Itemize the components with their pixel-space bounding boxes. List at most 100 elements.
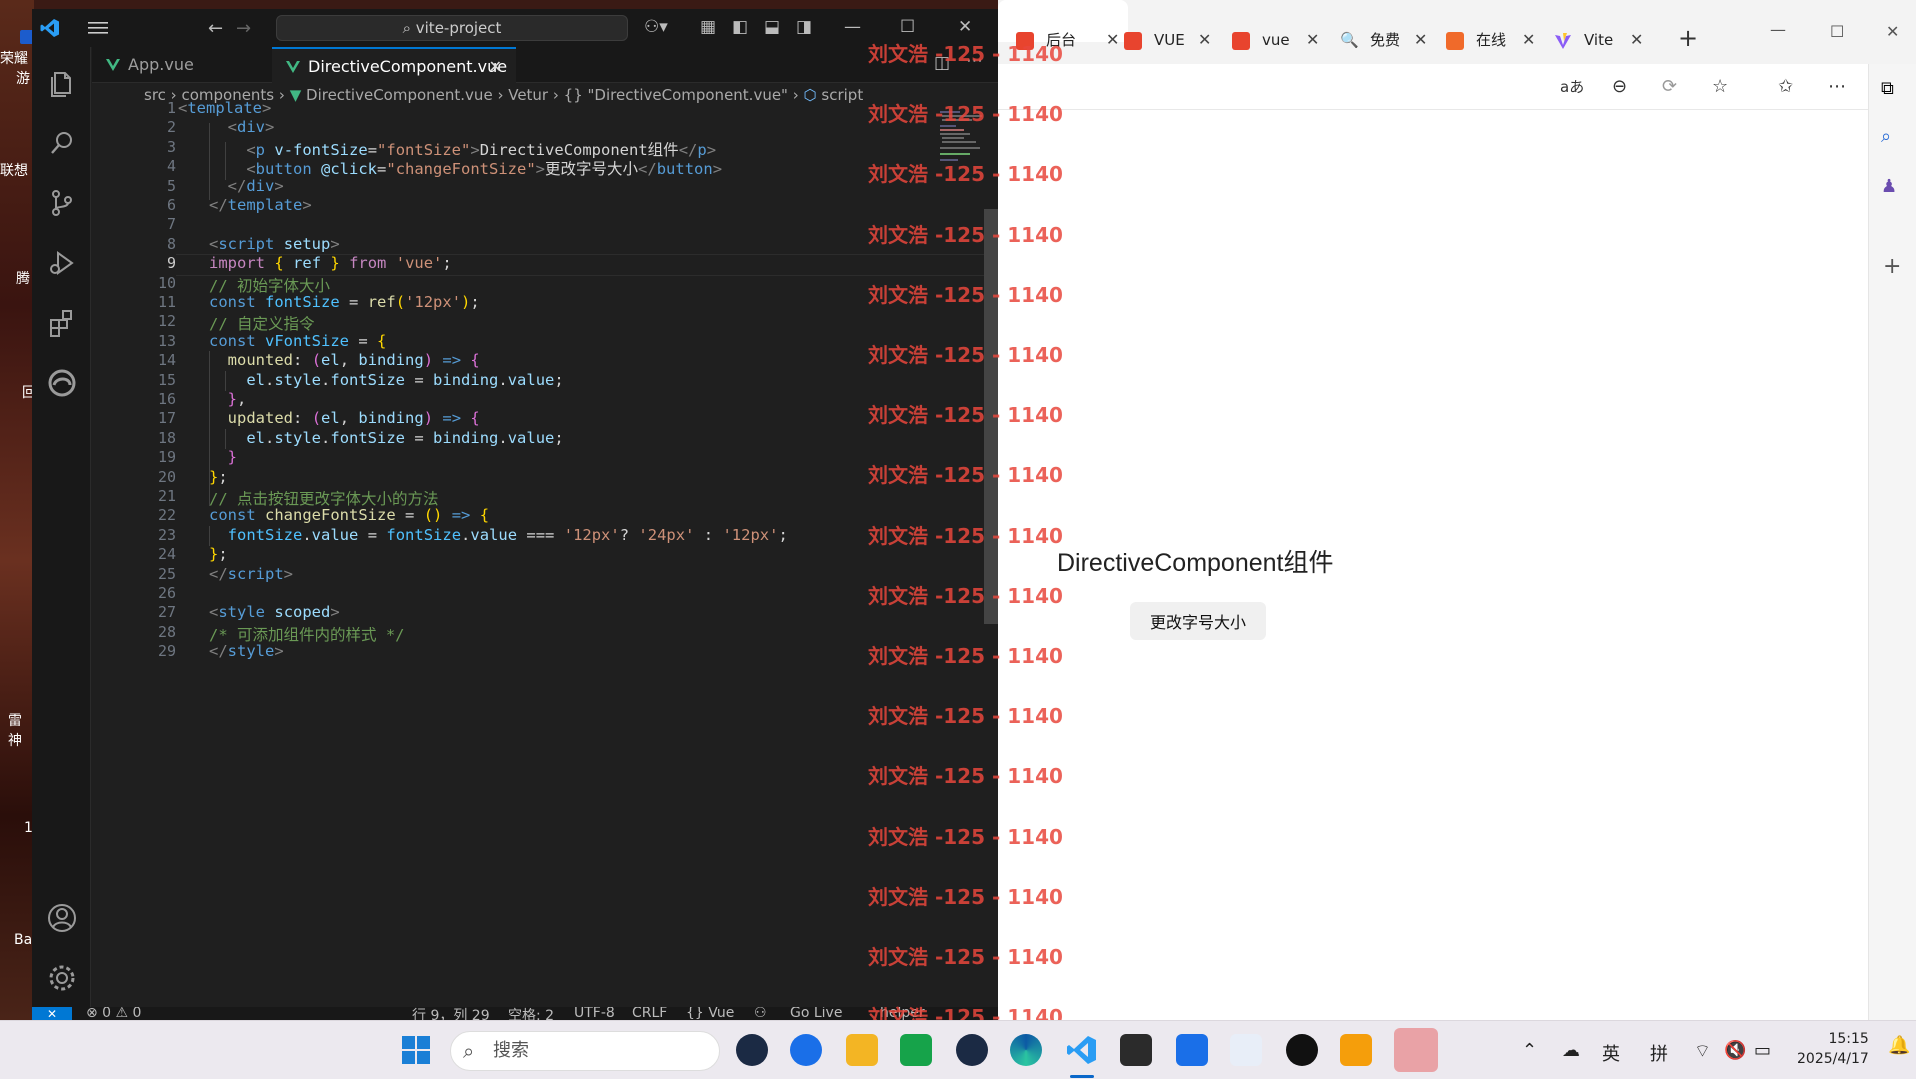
browser-toolbar: aあ ⊖ ⟳ ☆ ✩ ⋯ <box>998 64 1916 110</box>
page-heading: DirectiveComponent组件 <box>1057 549 1334 577</box>
toggle-sidebar-icon[interactable]: ◧ <box>732 17 748 37</box>
close-tab-icon[interactable]: ✕ <box>1106 26 1119 54</box>
customize-layout-icon[interactable]: ▦ <box>700 17 716 37</box>
problems-indicator[interactable]: ⊗ 0 ⚠ 0 <box>86 1007 141 1021</box>
line-number: 12 <box>157 312 176 331</box>
line-number: 26 <box>157 584 176 602</box>
more-menu-icon[interactable]: ⋯ <box>1828 76 1846 97</box>
refresh-icon[interactable]: ⟳ <box>1662 76 1677 97</box>
vscode-taskbar-icon[interactable] <box>1066 1034 1098 1066</box>
close-tab-icon[interactable]: ✕ <box>1306 26 1319 54</box>
tray-overflow-icon[interactable]: ⌃ <box>1522 1040 1537 1061</box>
qq-icon[interactable] <box>1286 1034 1318 1066</box>
code-line: el.style.fontSize = binding.value; <box>246 428 564 447</box>
add-sidebar-icon[interactable]: + <box>1883 254 1901 279</box>
windows-start-icon[interactable] <box>400 1034 432 1066</box>
code-line: mounted: (el, binding) => { <box>227 351 480 370</box>
snipping-tool-icon[interactable] <box>1230 1034 1262 1066</box>
read-aloud-icon[interactable]: aあ <box>1560 76 1584 97</box>
line-number: 4 <box>166 157 176 176</box>
menu-icon[interactable] <box>88 19 108 37</box>
toggle-panel-icon[interactable]: ⬓ <box>764 17 780 37</box>
accounts-icon[interactable] <box>46 902 78 934</box>
terminal-icon[interactable] <box>1120 1034 1152 1066</box>
steam-icon[interactable] <box>736 1034 768 1066</box>
app-icon[interactable] <box>1340 1034 1372 1066</box>
favorites-icon[interactable]: ✩ <box>1778 76 1793 97</box>
cursor-position[interactable]: 行 9，列 29 <box>412 1007 490 1021</box>
browser-tab[interactable]: vue ✕ <box>1232 26 1342 54</box>
csdn-icon <box>1232 32 1250 50</box>
close-tab-icon[interactable]: ✕ <box>1522 26 1535 54</box>
code-line: } <box>227 448 238 467</box>
code-editor[interactable]: 1 2 3 4 5 6 7 8 9 10 11 12 13 14 15 16 17 18 19 20 21 22 23 24 2… <box>92 99 998 977</box>
search-icon[interactable] <box>46 127 78 159</box>
app-icon[interactable] <box>790 1034 822 1066</box>
browser-tab[interactable]: VUE ✕ <box>1124 26 1234 54</box>
copilot-status-icon[interactable]: ⚇ <box>754 1007 767 1021</box>
copilot-icon[interactable]: ⚇▾ <box>644 17 668 37</box>
go-live[interactable]: Go Live <box>790 1007 842 1021</box>
code-line: }, <box>227 390 247 408</box>
volume-mute-icon[interactable]: 🔇 <box>1724 1040 1746 1061</box>
wifi-icon[interactable]: ⌔ <box>1694 1040 1711 1063</box>
close-tab-icon[interactable]: ✕ <box>489 49 502 85</box>
notification-bell-icon[interactable]: 🔔 <box>1888 1035 1910 1056</box>
back-arrow-icon[interactable]: ← <box>208 18 223 39</box>
forward-arrow-icon[interactable]: → <box>236 18 251 39</box>
battery-icon[interactable]: ▭ <box>1754 1040 1771 1061</box>
steam-icon[interactable] <box>956 1034 988 1066</box>
wechat-icon[interactable] <box>1394 1028 1438 1072</box>
maximize-icon[interactable]: ☐ <box>900 17 915 37</box>
indentation[interactable]: 空格: 2 <box>508 1007 554 1021</box>
clock-time: 15:15 <box>1828 1031 1869 1047</box>
browser-tab[interactable]: 🔍 免费 ✕ <box>1340 26 1450 54</box>
remote-indicator-icon[interactable]: ✕ <box>32 1007 72 1021</box>
line-number: 9 <box>166 254 176 273</box>
gear-icon[interactable] <box>46 962 78 994</box>
extensions-icon[interactable] <box>46 307 78 339</box>
line-endings[interactable]: CRLF <box>632 1007 667 1021</box>
desktop-icon[interactable] <box>0 30 34 44</box>
browser-tab-vite[interactable]: Vite ✕ <box>1554 26 1664 54</box>
close-tab-icon[interactable]: ✕ <box>1630 26 1643 54</box>
zoom-out-icon[interactable]: ⊖ <box>1612 76 1627 97</box>
language-mode[interactable]: {} Vue <box>686 1007 734 1021</box>
clock[interactable]: 15:15 2025/4/17 <box>1797 1029 1869 1069</box>
browser-tab[interactable]: 在线 ✕ <box>1446 26 1556 54</box>
close-icon[interactable]: ✕ <box>1886 22 1899 41</box>
games-icon[interactable]: ♟ <box>1881 176 1897 197</box>
encoding[interactable]: UTF-8 <box>574 1007 615 1021</box>
change-font-size-button[interactable]: 更改字号大小 <box>1130 602 1266 640</box>
close-tab-icon[interactable]: ✕ <box>1198 26 1211 54</box>
minimize-icon[interactable]: — <box>1770 20 1786 39</box>
edge-icon[interactable] <box>1010 1034 1042 1066</box>
taskbar-search-box[interactable]: ⌕ 搜索 <box>450 1031 720 1071</box>
search-icon[interactable]: ⌕ <box>1881 126 1891 147</box>
store-icon[interactable] <box>900 1034 932 1066</box>
explorer-icon[interactable] <box>46 67 78 99</box>
source-control-icon[interactable] <box>46 187 78 219</box>
ime-mode[interactable]: 拼 <box>1650 1040 1668 1066</box>
tab-app-vue[interactable]: App.vue <box>92 47 272 83</box>
minimize-icon[interactable]: — <box>844 17 861 37</box>
onedrive-icon[interactable]: ☁ <box>1562 1040 1580 1061</box>
line-number: 22 <box>157 506 176 525</box>
close-icon[interactable]: ✕ <box>958 17 972 37</box>
new-tab-icon[interactable]: + <box>1678 24 1698 52</box>
desktop-icon-label: 雷神 <box>8 713 22 749</box>
edge-devtools-icon[interactable] <box>46 367 78 399</box>
input-lang[interactable]: 英 <box>1602 1040 1620 1066</box>
run-debug-icon[interactable] <box>46 247 78 279</box>
close-tab-icon[interactable]: ✕ <box>1414 26 1427 54</box>
command-center-search[interactable]: ⌕ vite-project <box>276 15 628 41</box>
maximize-icon[interactable]: ☐ <box>1830 22 1844 41</box>
favorite-star-icon[interactable]: ☆ <box>1712 76 1728 97</box>
line-number: 28 <box>157 622 176 641</box>
p-app-icon[interactable] <box>1176 1034 1208 1066</box>
toggle-secondary-sidebar-icon[interactable]: ◨ <box>796 17 812 37</box>
activity-bar <box>32 47 91 1020</box>
tab-directive-component[interactable]: DirectiveComponent.vue ✕ <box>272 47 516 83</box>
sidebar-toggle-icon[interactable]: ⧉ <box>1881 78 1894 99</box>
file-explorer-icon[interactable] <box>846 1034 878 1066</box>
